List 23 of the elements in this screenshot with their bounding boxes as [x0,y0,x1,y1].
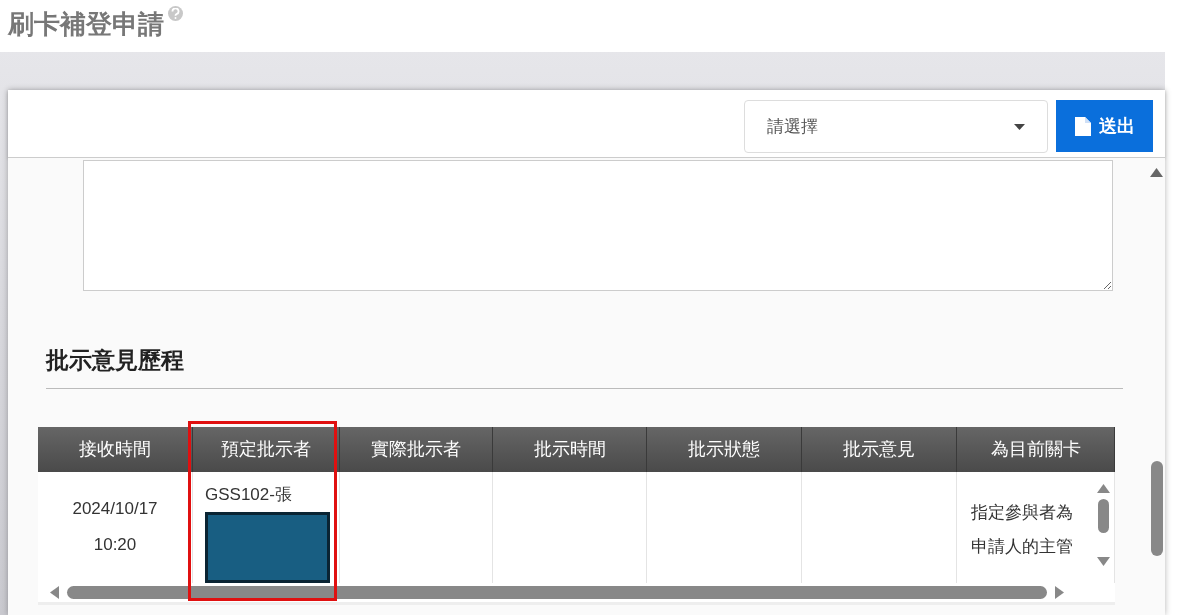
section-heading: 批示意見歷程 [46,343,1123,389]
column-header: 批示意見 [802,426,957,472]
column-header: 實際批示者 [340,426,493,472]
scroll-thumb[interactable] [1150,461,1163,556]
submit-button[interactable]: 送出 [1056,100,1153,152]
table-cell-text: GSS102-張 [205,483,292,506]
scroll-right-icon[interactable] [1055,585,1064,599]
scroll-down-icon[interactable] [1096,556,1110,566]
column-header: 預定批示者 [193,426,340,472]
column-header: 為目前關卡 [957,426,1115,472]
scroll-left-icon[interactable] [50,585,59,599]
approver-select[interactable]: 請選擇 [744,100,1048,153]
column-header: 批示時間 [493,426,647,472]
table-cell-text: 指定參與者為 申請人的主管 [971,501,1073,558]
column-header: 批示狀態 [647,426,802,472]
scroll-thumb[interactable] [1097,498,1109,533]
column-header: 接收時間 [38,426,193,472]
table-cell-text: 2024/10/17 10:20 [72,498,158,556]
scroll-up-icon[interactable] [1150,168,1163,177]
page-title: 刷卡補登申請 [8,8,164,41]
document-icon [1074,116,1091,136]
scroll-up-icon[interactable] [1096,483,1110,493]
caret-icon [1014,123,1025,130]
